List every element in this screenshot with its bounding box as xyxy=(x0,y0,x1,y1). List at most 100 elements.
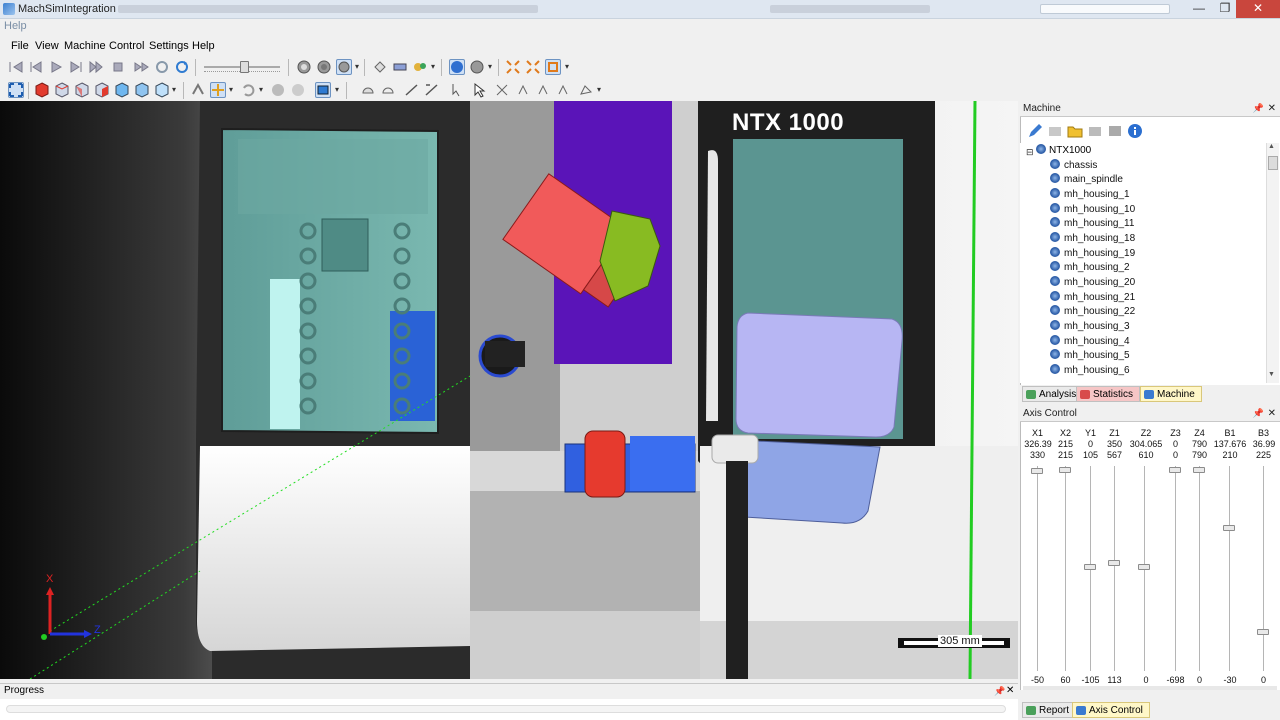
machine-settings-icon[interactable] xyxy=(1107,123,1123,139)
stop-on-collision-icon[interactable] xyxy=(336,59,352,75)
measure-icon[interactable] xyxy=(404,82,420,98)
tab-report[interactable]: Report xyxy=(1022,702,1077,718)
measure-distance-icon[interactable] xyxy=(424,82,440,98)
tree-item[interactable]: mh_housing_3 xyxy=(1050,320,1130,334)
tree-root[interactable]: NTX1000 xyxy=(1036,144,1091,156)
view-right-icon[interactable] xyxy=(94,82,110,98)
wire-icon[interactable] xyxy=(290,82,306,98)
axis-slider-z3[interactable] xyxy=(1169,467,1181,473)
tree-item[interactable]: mh_housing_11 xyxy=(1050,217,1134,231)
close-panel-icon[interactable]: ✕ xyxy=(1006,684,1014,698)
tree-item[interactable]: mh_housing_21 xyxy=(1050,291,1135,305)
axis-slider-b1[interactable] xyxy=(1223,525,1235,531)
tree-collapse-icon[interactable]: ⊟ xyxy=(1026,147,1034,158)
view-top-icon[interactable] xyxy=(74,82,90,98)
collision-check-icon[interactable] xyxy=(316,59,332,75)
grid-icon[interactable] xyxy=(392,59,408,75)
tree-item[interactable]: mh_housing_19 xyxy=(1050,247,1135,261)
axis-slider-x1[interactable] xyxy=(1031,468,1043,474)
axis-slider-x2[interactable] xyxy=(1059,467,1071,473)
step-forward-icon[interactable] xyxy=(68,59,84,75)
fast-forward-icon[interactable] xyxy=(134,59,150,75)
stop-icon[interactable] xyxy=(110,59,126,75)
axis-slider-z1[interactable] xyxy=(1108,560,1120,566)
section2-icon[interactable] xyxy=(380,82,396,98)
edit-icon[interactable] xyxy=(1027,123,1043,139)
scroll-up-icon[interactable]: ▲ xyxy=(1268,143,1275,150)
pan-icon[interactable] xyxy=(210,82,226,98)
select-edge-icon[interactable] xyxy=(516,82,532,98)
tree-item[interactable]: mh_housing_2 xyxy=(1050,261,1130,275)
section-icon[interactable] xyxy=(360,82,376,98)
tree-item[interactable]: mh_housing_18 xyxy=(1050,232,1135,246)
view-back-icon[interactable] xyxy=(114,82,130,98)
axis-slider-z2[interactable] xyxy=(1138,564,1150,570)
reset-icon[interactable] xyxy=(174,59,190,75)
view-front-icon[interactable] xyxy=(54,82,70,98)
axis-slider-y1[interactable] xyxy=(1084,564,1096,570)
fit-all-icon[interactable] xyxy=(8,82,24,98)
scroll-thumb[interactable] xyxy=(1268,156,1278,170)
menu-view[interactable]: View xyxy=(35,40,59,52)
option-stop-icon[interactable] xyxy=(296,59,312,75)
sphere-view-icon[interactable] xyxy=(449,59,465,75)
play-icon[interactable] xyxy=(48,59,64,75)
export-icon[interactable] xyxy=(1087,123,1103,139)
menu-control[interactable]: Control xyxy=(109,40,144,52)
tree-item[interactable]: mh_housing_10 xyxy=(1050,203,1135,217)
fit-selection-icon[interactable] xyxy=(525,59,541,75)
select-face-icon[interactable] xyxy=(536,82,552,98)
tab-axis-control[interactable]: Axis Control xyxy=(1072,702,1150,718)
axis-slider-z4[interactable] xyxy=(1193,467,1205,473)
tree-scrollbar[interactable]: ▲ ▼ xyxy=(1266,143,1279,383)
machine-view-icon[interactable] xyxy=(315,82,331,98)
select-icon[interactable] xyxy=(494,82,510,98)
axis-slider-b3[interactable] xyxy=(1257,629,1269,635)
open-folder-icon[interactable] xyxy=(1067,123,1083,139)
menu-settings[interactable]: Settings xyxy=(149,40,189,52)
pin-icon[interactable]: 📌 xyxy=(994,684,1005,698)
probe-icon[interactable] xyxy=(449,82,465,98)
fit-icon[interactable] xyxy=(505,59,521,75)
pin-icon[interactable]: 📌 xyxy=(1253,101,1264,116)
transparency-icon[interactable] xyxy=(372,59,388,75)
step-back-icon[interactable] xyxy=(28,59,44,75)
help-strip[interactable]: Help xyxy=(0,19,1280,35)
cursor-icon[interactable] xyxy=(471,82,487,98)
info-icon[interactable] xyxy=(1127,123,1143,139)
speed-slider[interactable] xyxy=(204,61,280,74)
tree-item[interactable]: mh_housing_1 xyxy=(1050,188,1130,202)
tab-analysis[interactable]: Analysis xyxy=(1022,386,1084,402)
menu-file[interactable]: File xyxy=(11,40,29,52)
tree-item[interactable]: mh_housing_6 xyxy=(1050,364,1130,378)
tree-item[interactable]: mh_housing_20 xyxy=(1050,276,1135,290)
minimize-button[interactable]: — xyxy=(1186,0,1212,18)
close-button[interactable]: ✕ xyxy=(1236,0,1280,18)
forward-end-icon[interactable] xyxy=(88,59,104,75)
tab-statistics[interactable]: Statistics xyxy=(1076,386,1141,402)
zoom-window-icon[interactable] xyxy=(545,59,561,75)
select-point-icon[interactable] xyxy=(578,82,594,98)
tab-machine[interactable]: Machine xyxy=(1140,386,1202,402)
shade-icon[interactable] xyxy=(270,82,286,98)
tree-item[interactable]: mh_housing_22 xyxy=(1050,305,1135,319)
restore-button[interactable]: ❐ xyxy=(1212,0,1238,18)
rotate-icon[interactable] xyxy=(190,82,206,98)
paint-icon[interactable] xyxy=(412,59,428,75)
tree-item[interactable]: main_spindle xyxy=(1050,173,1123,187)
view-left-icon[interactable] xyxy=(154,82,170,98)
axis-hscrollbar[interactable] xyxy=(1023,686,1277,690)
menu-help[interactable]: Help xyxy=(192,40,215,52)
import-icon[interactable] xyxy=(1047,123,1063,139)
pin-icon[interactable]: 📌 xyxy=(1253,406,1264,421)
view-bottom-icon[interactable] xyxy=(134,82,150,98)
select-body-icon[interactable] xyxy=(556,82,572,98)
tree-item[interactable]: mh_housing_4 xyxy=(1050,335,1130,349)
view-mode-icon[interactable] xyxy=(469,59,485,75)
view-iso-icon[interactable] xyxy=(34,82,50,98)
3d-viewport[interactable]: NTX 1000 305 mm X Z xyxy=(0,101,1018,679)
tree-item[interactable]: mh_housing_5 xyxy=(1050,349,1130,363)
close-panel-icon[interactable]: ✕ xyxy=(1268,406,1276,421)
scroll-down-icon[interactable]: ▼ xyxy=(1268,371,1275,378)
undo-view-icon[interactable] xyxy=(240,82,256,98)
